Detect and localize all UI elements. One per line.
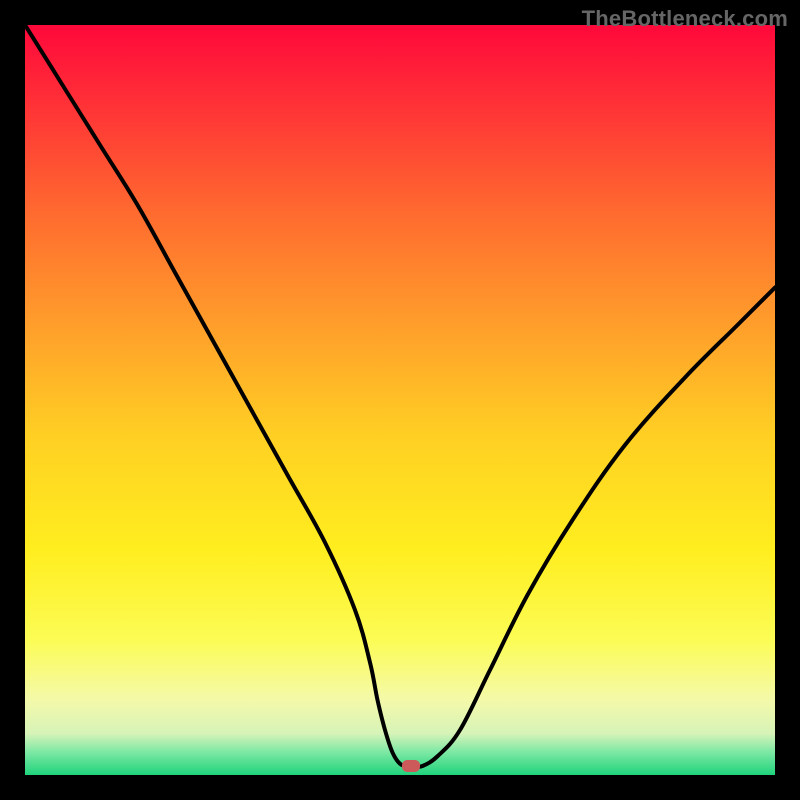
optimum-marker [402, 760, 420, 772]
watermark-text: TheBottleneck.com [582, 6, 788, 32]
chart-frame: TheBottleneck.com [0, 0, 800, 800]
plot-area [25, 25, 775, 775]
plot-svg [25, 25, 775, 775]
